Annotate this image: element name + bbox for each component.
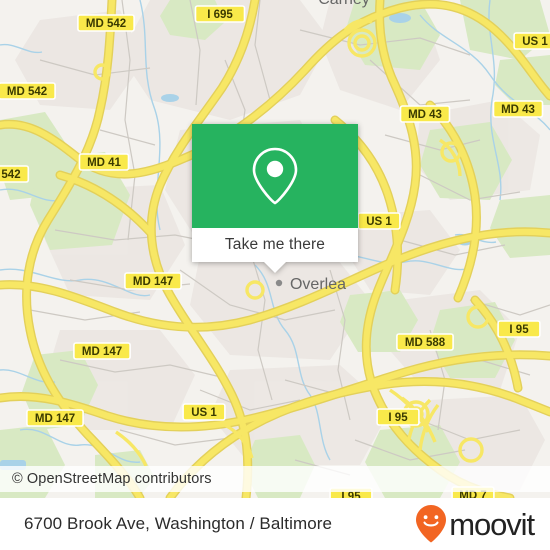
- road-shield: MD 147: [26, 409, 84, 427]
- road-shield-label: US 1: [191, 407, 217, 419]
- place-label-overlea: Overlea: [290, 276, 346, 293]
- road-shield-label: MD 542: [7, 86, 47, 98]
- road-shield-label: I 95: [388, 412, 408, 424]
- road-shield-label: MD 147: [133, 276, 173, 288]
- road-shield: I 95: [497, 320, 541, 338]
- map-popup[interactable]: Take me there: [192, 124, 358, 273]
- location-pin-icon: [252, 147, 298, 205]
- road-shield-label: US 1: [522, 36, 548, 48]
- road-shield-label: MD 588: [405, 337, 446, 349]
- location-title: 6700 Brook Ave, Washington / Baltimore: [24, 514, 333, 533]
- road-shield: I 695: [194, 5, 246, 23]
- place-label-carney: Carney: [318, 0, 370, 8]
- popup-header: [192, 124, 358, 228]
- road-shield-label: I 695: [207, 9, 233, 21]
- road-shield-label: MD 147: [35, 413, 75, 425]
- road-shield: I 95: [376, 408, 420, 426]
- road-shield: MD 542: [0, 82, 56, 100]
- road-shield-label: US 1: [366, 216, 392, 228]
- road-shield-label: MD 43: [408, 109, 442, 121]
- moovit-wordmark: moovit: [449, 506, 535, 542]
- road-shield: MD 43: [399, 105, 451, 123]
- attribution-text: © OpenStreetMap contributors: [12, 471, 212, 487]
- road-shield: 542: [0, 165, 30, 183]
- road-shield: US 1: [182, 403, 226, 421]
- road-shield-label: MD 41: [87, 157, 121, 169]
- road-shield: MD 147: [124, 272, 182, 290]
- road-shield: MD 588: [396, 333, 454, 351]
- moovit-pin-smiley-icon: [416, 505, 447, 543]
- popup-action[interactable]: Take me there: [192, 228, 358, 262]
- road-shield: US 1: [357, 212, 401, 230]
- road-shield-label: 542: [1, 169, 20, 181]
- road-shield-label: MD 43: [501, 104, 535, 116]
- road-shield: US 1: [513, 32, 550, 50]
- popup-action-label: Take me there: [224, 236, 326, 253]
- road-shield-label: I 95: [341, 491, 361, 498]
- road-shield: MD 542: [77, 14, 135, 32]
- road-shield: MD 41: [78, 153, 130, 171]
- footer-bar: 6700 Brook Ave, Washington / Baltimore m…: [0, 498, 550, 550]
- road-shield: MD 147: [73, 342, 131, 360]
- popup-pointer: [264, 262, 286, 273]
- place-dot-overlea: [275, 279, 283, 287]
- road-shield: MD 43: [492, 100, 544, 118]
- moovit-logo[interactable]: moovit: [414, 504, 550, 544]
- road-shield-label: MD 542: [86, 18, 126, 30]
- map-screenshot: Carney Overlea MD 542 I 695 US 1 MD 43 MD 43…: [0, 0, 550, 550]
- map-attribution-bar: © OpenStreetMap contributors: [0, 466, 550, 492]
- road-shield-label: MD 147: [82, 346, 122, 358]
- road-shield-label: I 95: [509, 324, 529, 336]
